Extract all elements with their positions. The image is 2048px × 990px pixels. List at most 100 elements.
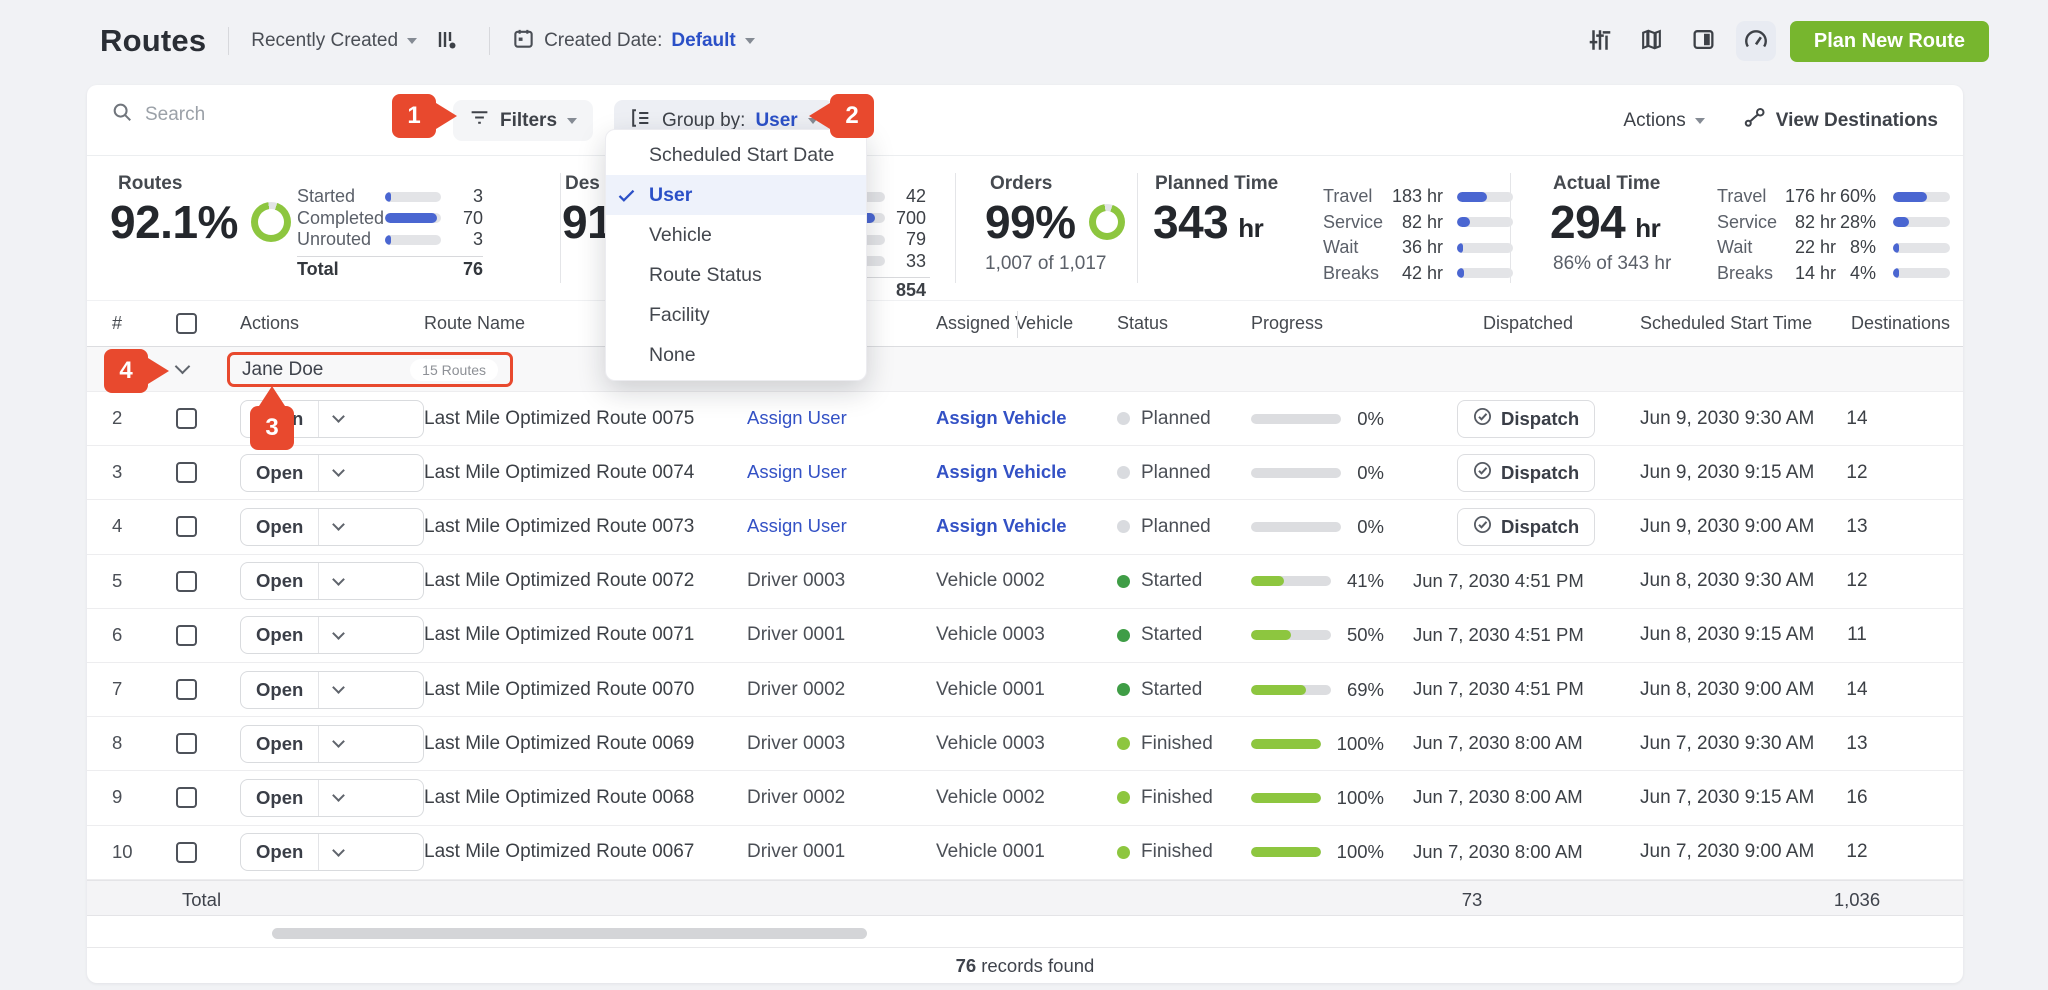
view-destinations-button[interactable]: View Destinations [1743, 106, 1938, 135]
page-header: Routes Recently Created Created Date: De… [0, 0, 2048, 82]
row-checkbox[interactable] [176, 462, 197, 483]
row-checkbox[interactable] [176, 787, 197, 808]
open-split-button: Open [240, 616, 424, 654]
group-collapse-chevron-icon[interactable] [175, 359, 191, 375]
row-cell-checkbox [162, 408, 227, 429]
assign-vehicle-link[interactable]: Assign Vehicle [936, 515, 1067, 536]
menu-item-label: Scheduled Start Date [649, 144, 834, 167]
menu-item-scheduled-start-date[interactable]: Scheduled Start Date [606, 135, 866, 175]
search-input[interactable] [145, 104, 355, 126]
assign-user-link[interactable]: Assign User [747, 461, 847, 482]
row-checkbox[interactable] [176, 842, 197, 863]
dispatch-check-icon [1473, 407, 1492, 431]
open-menu-button[interactable] [319, 672, 357, 708]
stat-bar [1893, 217, 1950, 227]
actions-label: Actions [1623, 110, 1685, 132]
dashboard-button[interactable] [1736, 21, 1776, 61]
sort-dropdown[interactable]: Recently Created [251, 30, 417, 52]
row-checkbox[interactable] [176, 679, 197, 700]
row-cell-status: Finished [1094, 733, 1234, 755]
open-button[interactable]: Open [241, 455, 318, 491]
assign-user-link[interactable]: Assign User [747, 407, 847, 428]
assign-vehicle-link[interactable]: Assign Vehicle [936, 407, 1067, 428]
stat-breakdown-label: Completed [297, 208, 381, 229]
stat-breakdown-row: Service82 hr [1323, 210, 1513, 236]
open-button[interactable]: Open [241, 563, 318, 599]
stat-breakdown-label: Travel [1717, 186, 1779, 207]
columns-settings-button[interactable] [427, 21, 467, 61]
select-all-checkbox[interactable] [176, 313, 197, 334]
menu-item-vehicle[interactable]: Vehicle [606, 215, 866, 255]
stat-breakdown-row: Travel176 hr60% [1717, 184, 1950, 210]
chevron-down-icon [332, 410, 345, 423]
row-number: 5 [112, 570, 122, 591]
progress-label: 0% [1357, 516, 1384, 538]
row-cell-assigned-vehicle: Vehicle 0002 [914, 570, 1094, 592]
dispatched-time: Jun 7, 2030 4:51 PM [1413, 570, 1584, 591]
row-number: 4 [112, 515, 122, 536]
dispatch-button[interactable]: Dispatch [1457, 508, 1595, 546]
chevron-down-icon [332, 735, 345, 748]
map-button[interactable] [1632, 21, 1672, 61]
open-menu-button[interactable] [319, 617, 357, 653]
status-label: Finished [1141, 733, 1213, 755]
sliders-button[interactable] [1580, 21, 1620, 61]
actions-button[interactable]: Actions [1623, 110, 1704, 132]
row-cell-status: Started [1094, 679, 1234, 701]
search-box[interactable] [111, 101, 355, 128]
horizontal-scrollbar[interactable] [272, 928, 867, 939]
open-menu-button[interactable] [319, 455, 357, 491]
stat-actual-label: Actual Time [1553, 173, 1660, 195]
row-checkbox[interactable] [176, 516, 197, 537]
open-menu-button[interactable] [319, 563, 357, 599]
progress-bar [1251, 522, 1341, 532]
menu-item-label: None [649, 344, 696, 367]
row-number: 7 [112, 678, 122, 699]
row-cell-dispatched: Jun 7, 2030 4:51 PM [1384, 624, 1609, 647]
filters-button[interactable]: Filters [453, 100, 593, 141]
open-button[interactable]: Open [241, 834, 318, 870]
row-cell-scheduled: Jun 9, 2030 9:15 AM [1609, 462, 1824, 484]
row-checkbox[interactable] [176, 408, 197, 429]
row-cell-route-name: Last Mile Optimized Route 0068 [424, 787, 724, 809]
row-cell-num: 6 [112, 624, 162, 647]
stat-bar [1457, 243, 1513, 253]
row-cell-dispatched: Jun 7, 2030 4:51 PM [1384, 678, 1609, 701]
open-button[interactable]: Open [241, 780, 318, 816]
row-cell-assigned-user: Driver 0003 [724, 733, 914, 755]
dispatch-button[interactable]: Dispatch [1457, 400, 1595, 438]
menu-item-route-status[interactable]: Route Status [606, 255, 866, 295]
row-checkbox[interactable] [176, 625, 197, 646]
open-button[interactable]: Open [241, 726, 318, 762]
stat-bar [1457, 268, 1513, 278]
plan-new-route-button[interactable]: Plan New Route [1790, 21, 1989, 62]
menu-item-user[interactable]: User [606, 175, 866, 215]
row-checkbox[interactable] [176, 571, 197, 592]
assign-vehicle-link[interactable]: Assign Vehicle [936, 461, 1067, 482]
table-row: 8OpenLast Mile Optimized Route 0069Drive… [87, 717, 1963, 771]
created-date-filter[interactable]: Created Date: Default [512, 27, 755, 56]
open-menu-button[interactable] [319, 834, 357, 870]
open-button[interactable]: Open [241, 672, 318, 708]
assigned-vehicle: Vehicle 0003 [936, 733, 1045, 754]
row-checkbox[interactable] [176, 733, 197, 754]
annotation-badge-1: 1 [392, 94, 436, 138]
side-panel-button[interactable] [1684, 21, 1724, 61]
stat-bar [385, 213, 441, 223]
annotation-badge-3: 3 [250, 406, 294, 450]
chevron-down-icon [332, 519, 345, 532]
open-menu-button[interactable] [319, 401, 357, 437]
open-menu-button[interactable] [319, 780, 357, 816]
menu-item-facility[interactable]: Facility [606, 295, 866, 335]
scheduled-start-time: Jun 9, 2030 9:15 AM [1640, 462, 1814, 483]
assigned-vehicle: Vehicle 0001 [936, 679, 1045, 700]
open-menu-button[interactable] [319, 509, 357, 545]
assign-user-link[interactable]: Assign User [747, 515, 847, 536]
open-button[interactable]: Open [241, 617, 318, 653]
open-button[interactable]: Open [241, 509, 318, 545]
menu-item-none[interactable]: None [606, 335, 866, 375]
row-cell-actions: Open [227, 833, 424, 871]
row-cell-scheduled: Jun 7, 2030 9:30 AM [1609, 733, 1824, 755]
open-menu-button[interactable] [319, 726, 357, 762]
dispatch-button[interactable]: Dispatch [1457, 454, 1595, 492]
